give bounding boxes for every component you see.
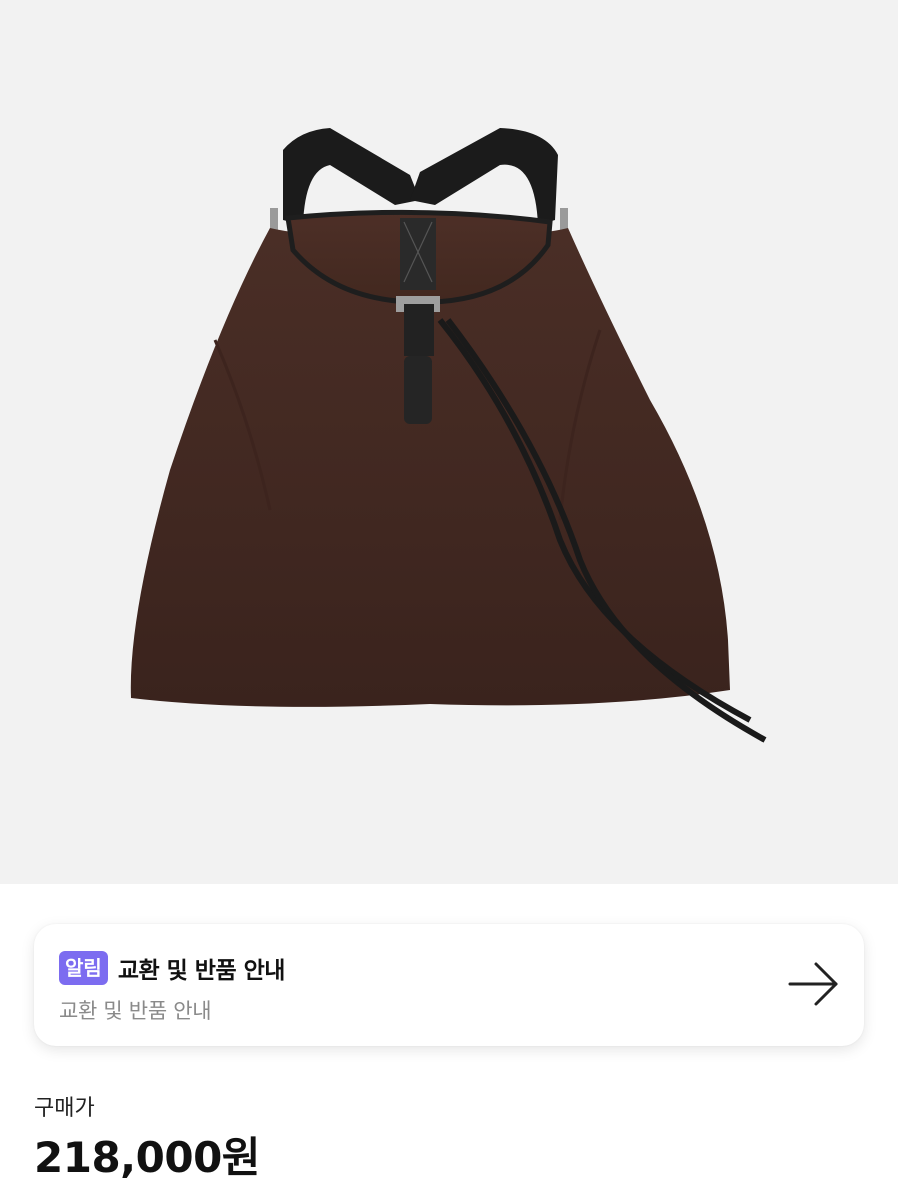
arrow-right-icon[interactable] (786, 960, 842, 1008)
notice-subtitle: 교환 및 반품 안내 (59, 999, 212, 1023)
exchange-return-notice-card[interactable]: 알림 교환 및 반품 안내 교환 및 반품 안내 (34, 924, 864, 1046)
notice-badge: 알림 (59, 951, 108, 985)
notice-title-row: 알림 교환 및 반품 안내 (59, 951, 285, 985)
product-image[interactable] (0, 0, 898, 884)
notice-title: 교환 및 반품 안내 (117, 958, 286, 984)
price-label: 구매가 (34, 1096, 95, 1121)
price-value: 218,000원 (34, 1133, 260, 1182)
backpack-image (130, 128, 767, 743)
